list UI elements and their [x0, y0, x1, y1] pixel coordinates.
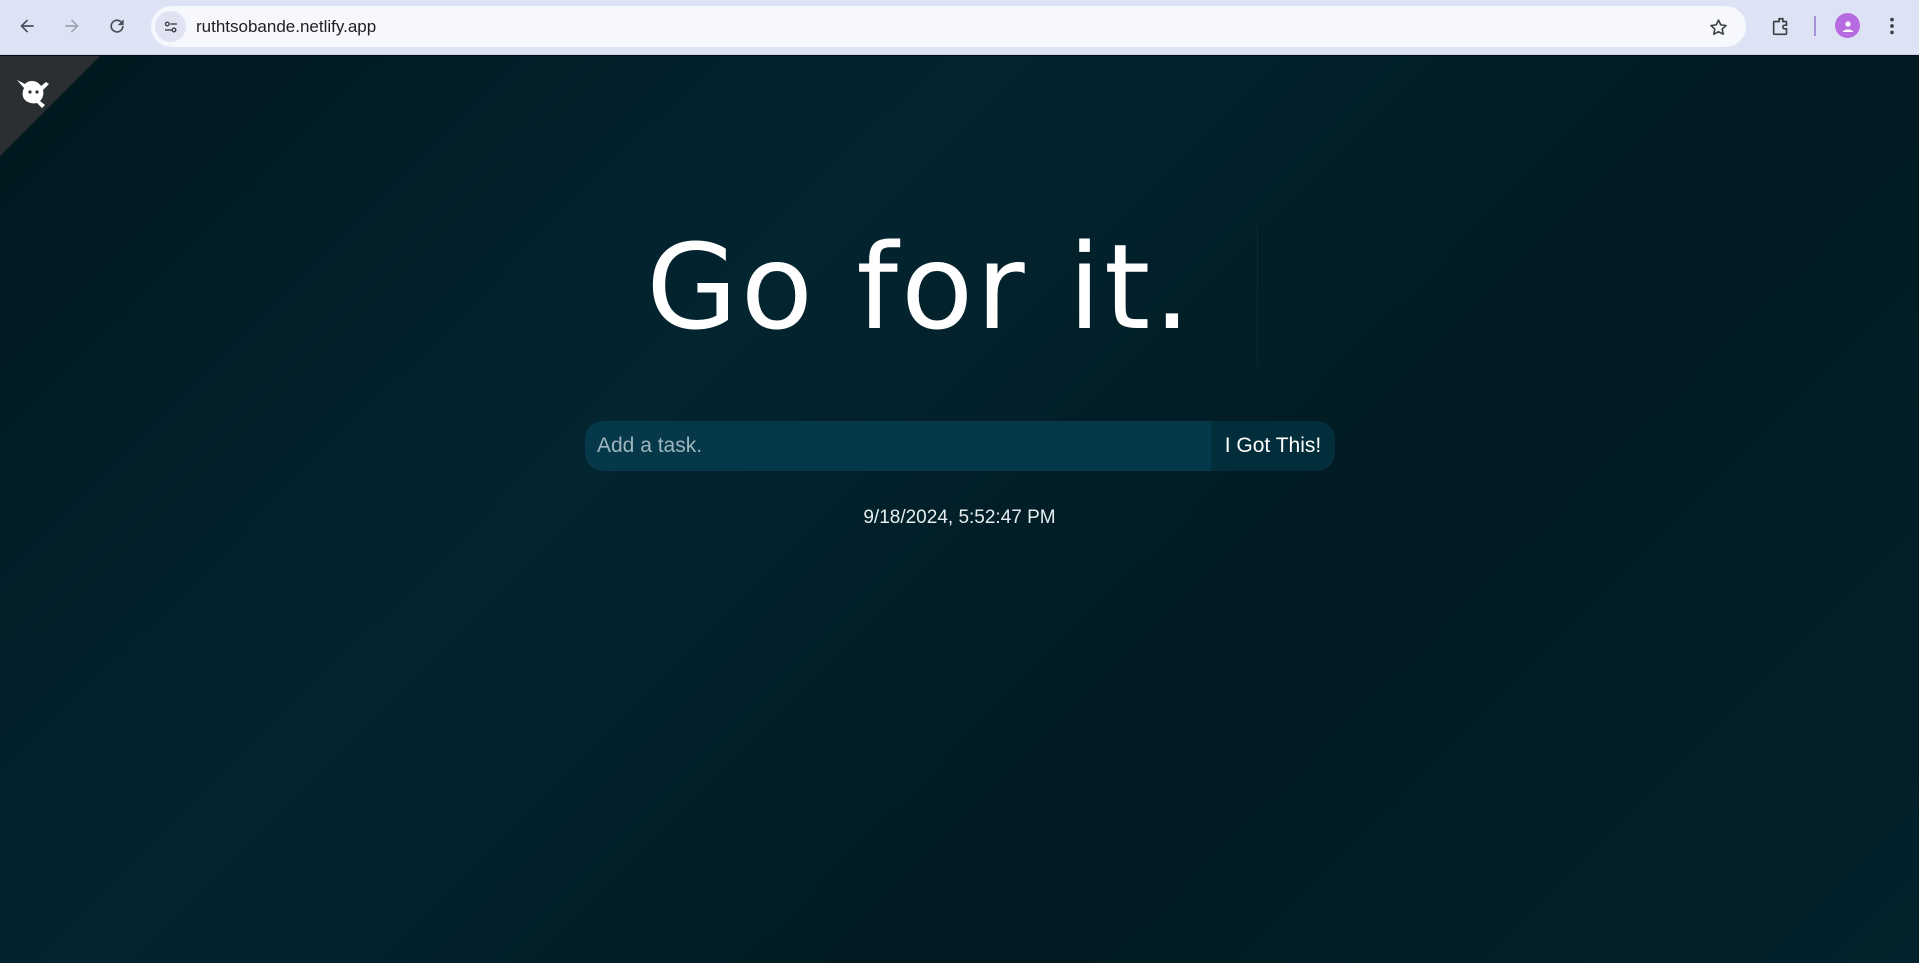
forward-icon	[65, 19, 79, 33]
browser-menu-button[interactable]	[1880, 12, 1904, 40]
extensions-button[interactable]	[1766, 12, 1796, 42]
address-bar[interactable]: ruthtsobande.netlify.app	[151, 6, 1746, 47]
decorative-divider	[1257, 226, 1258, 366]
menu-icon	[1890, 17, 1894, 35]
back-button[interactable]	[12, 11, 42, 41]
profile-icon	[1842, 20, 1853, 32]
back-icon	[20, 19, 34, 33]
octocat-icon	[17, 80, 49, 108]
site-info-icon	[164, 21, 177, 32]
app-page: Go for it. I Got This! 9/18/2024, 5:52:4…	[0, 56, 1919, 963]
page-title: Go for it.	[646, 218, 1194, 356]
bookmark-star-icon	[1709, 18, 1727, 35]
profile-avatar[interactable]	[1835, 13, 1860, 38]
reload-icon	[110, 19, 124, 33]
github-corner-link[interactable]	[0, 56, 100, 156]
reload-button[interactable]	[102, 11, 132, 41]
bookmark-button[interactable]	[1706, 15, 1730, 39]
browser-toolbar: ruthtsobande.netlify.app	[0, 0, 1919, 55]
forward-button[interactable]	[57, 11, 87, 41]
task-input[interactable]	[585, 421, 1211, 471]
datetime-display: 9/18/2024, 5:52:47 PM	[863, 507, 1056, 528]
url-text[interactable]: ruthtsobande.netlify.app	[196, 17, 376, 37]
add-task-button[interactable]: I Got This!	[1211, 421, 1335, 471]
extensions-icon	[1772, 17, 1788, 36]
site-info-button[interactable]	[155, 11, 186, 42]
toolbar-divider	[1814, 16, 1816, 36]
task-form: I Got This!	[585, 421, 1335, 471]
